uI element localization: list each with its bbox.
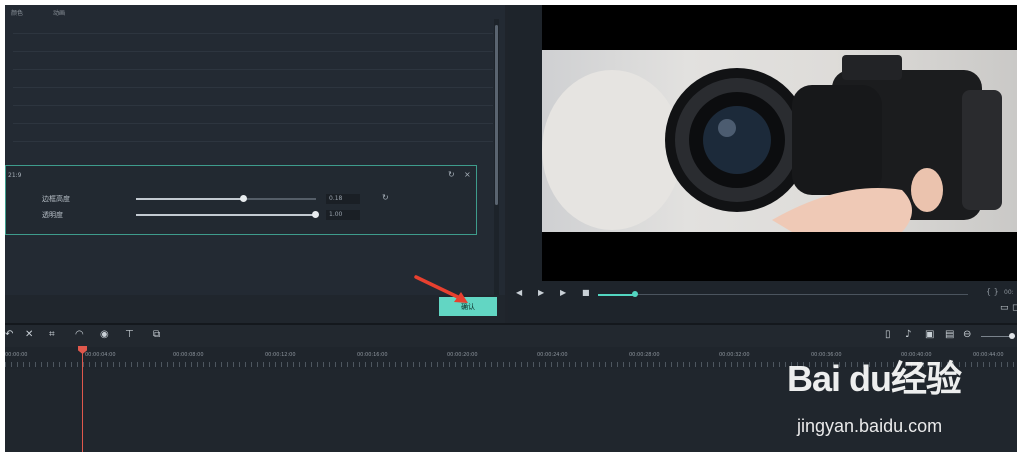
slider-fill: [136, 214, 316, 216]
ruler-label: 00:00:08:00: [173, 352, 204, 358]
zoom-out-icon[interactable]: ⊖: [963, 329, 971, 340]
border-height-slider[interactable]: [136, 195, 316, 202]
video-preview: [542, 5, 1017, 281]
camera-illustration: [542, 55, 1002, 232]
ruler-label: 00:00:12:00: [265, 352, 296, 358]
divider: [13, 33, 493, 34]
param-label-border-height: 边框高度: [42, 195, 70, 203]
microphone-icon[interactable]: ♪: [905, 329, 911, 340]
border-height-value[interactable]: 0.18: [326, 194, 360, 204]
reset-icon[interactable]: ↻: [448, 170, 455, 179]
annotation-arrow-icon: [414, 275, 468, 303]
progress-fill: [598, 294, 635, 296]
monitor-icon[interactable]: ▭: [1000, 303, 1009, 313]
slider-handle[interactable]: [240, 195, 247, 202]
scrollbar-thumb[interactable]: [495, 25, 498, 205]
watermark-brand: Bai du经验: [787, 358, 962, 399]
delete-icon[interactable]: ✕: [25, 329, 33, 340]
divider: [13, 69, 493, 70]
crop-icon[interactable]: ⌗: [49, 329, 55, 340]
video-editor-window: 颜色 动画 21:9 ↻ × 边框高度 0.18 ↻ 透明度 1.00 确认 ◀…: [5, 5, 1017, 452]
playback-controls: ◀ ▶ ▶ ■ { } 00:: [508, 283, 1017, 305]
slider-handle[interactable]: [312, 211, 319, 218]
preview-panel: ◀ ▶ ▶ ■ { } 00: ▭ ◻: [508, 5, 1017, 323]
ruler-label: 00:00:16:00: [357, 352, 388, 358]
undo-icon[interactable]: ↶: [5, 329, 13, 340]
close-icon[interactable]: ×: [464, 170, 471, 179]
split-icon[interactable]: ⧉: [153, 329, 160, 340]
effect-title: 21:9: [8, 172, 22, 179]
timeline-toolbar: ↶ ✕ ⌗ ◠ ◉ ⊤ ⧉ ▯ ♪ ▣ ▤ ⊖: [5, 325, 1017, 347]
progress-handle[interactable]: [632, 291, 638, 297]
ruler-label: 00:00:24:00: [537, 352, 568, 358]
divider: [13, 87, 493, 88]
play-icon[interactable]: ▶: [538, 288, 544, 297]
panel-tabs: 颜色 动画: [5, 5, 505, 19]
tab-animation[interactable]: 动画: [53, 8, 65, 17]
video-frame-camera-image: [542, 50, 1017, 232]
watermark-url: jingyan.baidu.com: [797, 416, 943, 436]
color-icon[interactable]: ◉: [100, 329, 109, 340]
ruler-label: 00:00:28:00: [629, 352, 660, 358]
tab-color[interactable]: 颜色: [11, 8, 23, 17]
divider: [13, 51, 493, 52]
divider: [13, 105, 493, 106]
media-icon[interactable]: ▤: [945, 329, 954, 340]
stop-icon[interactable]: ■: [582, 288, 590, 297]
audio-icon[interactable]: ⊤: [125, 329, 134, 340]
opacity-value[interactable]: 1.00: [326, 210, 360, 220]
baidu-jingyan-watermark: Bai du经验 jingyan.baidu.com: [787, 350, 987, 445]
ruler-label: 00:00:00: [5, 352, 28, 358]
slider-fill: [136, 198, 244, 200]
snapshot-icon[interactable]: ◻: [1012, 303, 1017, 313]
opacity-slider[interactable]: [136, 211, 319, 218]
render-icon[interactable]: ▯: [885, 329, 891, 340]
divider: [13, 141, 493, 142]
previous-frame-icon[interactable]: ◀: [516, 288, 522, 297]
zoom-handle[interactable]: [1009, 333, 1015, 339]
voiceover-icon[interactable]: ▣: [925, 329, 934, 340]
effect-settings-panel: 颜色 动画 21:9 ↻ × 边框高度 0.18 ↻ 透明度 1.00 确认: [5, 5, 505, 323]
playhead[interactable]: [82, 351, 83, 452]
mark-in-out-icon[interactable]: { }: [986, 287, 999, 296]
effect-item-21-9: 21:9 ↻ × 边框高度 0.18 ↻ 透明度 1.00: [5, 165, 477, 235]
playback-progress-bar[interactable]: [598, 291, 968, 297]
ruler-label: 00:00:32:00: [719, 352, 750, 358]
next-frame-icon[interactable]: ▶: [560, 288, 566, 297]
reset-icon[interactable]: ↻: [382, 193, 389, 202]
divider: [13, 123, 493, 124]
timecode: 00:: [1004, 289, 1014, 296]
param-label-opacity: 透明度: [42, 211, 63, 219]
speed-icon[interactable]: ◠: [75, 329, 84, 340]
ruler-label: 00:00:04:00: [85, 352, 116, 358]
ruler-label: 00:00:20:00: [447, 352, 478, 358]
